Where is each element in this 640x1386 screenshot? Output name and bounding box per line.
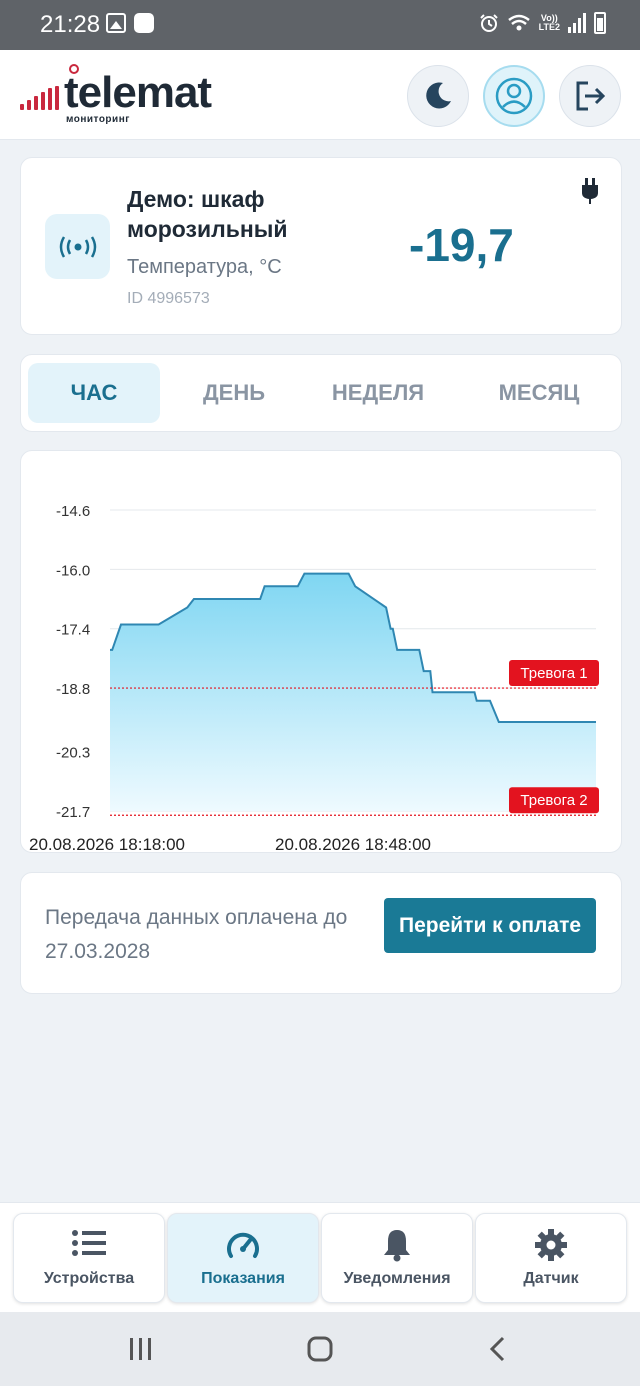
payment-status-text: Передача данных оплачена до 27.03.2028 (45, 906, 348, 963)
alarm-threshold-label: Тревога 1 (520, 665, 587, 682)
device-id: ID 4996573 (127, 290, 210, 307)
chart-y-tick-label: -21.7 (56, 804, 90, 821)
profile-button[interactable] (483, 65, 545, 127)
nav-notifications-label: Уведомления (343, 1270, 451, 1287)
wifi-icon (507, 14, 530, 31)
chart-y-tick-label: -18.8 (56, 681, 90, 698)
status-bar: 21:28 Vo)) LTE2 (0, 0, 640, 50)
gear-icon (535, 1229, 567, 1261)
tab-day[interactable]: ДЕНЬ (164, 363, 304, 423)
device-name: Демо: шкаф морозильный (127, 186, 288, 242)
chart-y-tick-label: -14.6 (56, 503, 90, 520)
tab-hour[interactable]: ЧАС (28, 363, 160, 423)
chart-x-tick-label: 20.08.2026 18:48:00 (275, 835, 431, 853)
alarm-clock-icon (479, 14, 498, 32)
telemat-logo: telemat мониторинг (20, 64, 250, 128)
sensor-icon (45, 214, 110, 279)
nav-devices-label: Устройства (43, 1270, 135, 1287)
recent-apps-icon[interactable] (128, 1336, 154, 1362)
moon-icon (426, 82, 451, 109)
chart-y-tick-label: -16.0 (56, 562, 90, 579)
chart-x-tick-label: 20.08.2026 18:18:00 (29, 835, 185, 853)
gauge-icon (227, 1232, 259, 1258)
nav-sensor-label: Датчик (523, 1270, 579, 1287)
gallery-notification-icon (106, 13, 126, 33)
bell-icon (384, 1230, 410, 1262)
nav-readings-label: Показания (201, 1270, 285, 1287)
logout-button[interactable] (559, 65, 621, 127)
nav-sensor[interactable]: Датчик (475, 1213, 627, 1303)
tab-month[interactable]: МЕСЯЦ (464, 363, 614, 423)
home-icon[interactable] (307, 1336, 333, 1362)
bottom-navigation: Устройства Показания Уведомления Датчик (0, 1202, 640, 1312)
logo-text: telemat (64, 68, 212, 117)
chart-y-tick-label: -20.3 (56, 745, 90, 762)
device-parameter: Температура, °С (127, 256, 282, 278)
device-value: -19,7 (409, 219, 514, 271)
app-header: telemat мониторинг (0, 50, 640, 140)
theme-toggle-button[interactable] (407, 65, 469, 127)
logo-subtitle: мониторинг (66, 114, 130, 125)
logout-icon (576, 81, 606, 111)
go-to-payment-button[interactable]: Перейти к оплате (384, 898, 596, 953)
chart-svg: -14.6 -16.0 -17.4 -18.8 -20.3 -21.7 Тревога 1 Т… (29, 503, 599, 853)
device-card: Демо: шкаф морозильный Температура, °С I… (20, 157, 622, 335)
nav-readings[interactable]: Показания (167, 1213, 319, 1303)
signal-icon (568, 13, 586, 33)
temperature-chart: -14.6 -16.0 -17.4 -18.8 -20.3 -21.7 Тревога 1 Т… (20, 450, 622, 853)
status-time: 21:28 (40, 11, 101, 38)
app-notification-icon (134, 13, 154, 33)
back-icon[interactable] (488, 1336, 508, 1362)
nav-devices[interactable]: Устройства (13, 1213, 165, 1303)
period-tabs: ЧАС ДЕНЬ НЕДЕЛЯ МЕСЯЦ (20, 354, 622, 432)
system-navigation-bar (0, 1312, 640, 1386)
list-icon (72, 1230, 106, 1256)
plug-icon (582, 178, 598, 204)
network-label: Vo)) LTE2 (538, 13, 560, 32)
tab-week[interactable]: НЕДЕЛЯ (308, 363, 448, 423)
chart-y-tick-label: -17.4 (56, 622, 90, 639)
user-icon (495, 77, 533, 115)
alarm-threshold-label: Тревога 2 (520, 792, 587, 809)
nav-notifications[interactable]: Уведомления (321, 1213, 473, 1303)
battery-icon (594, 12, 606, 34)
payment-card: Передача данных оплачена до 27.03.2028 П… (20, 872, 622, 994)
